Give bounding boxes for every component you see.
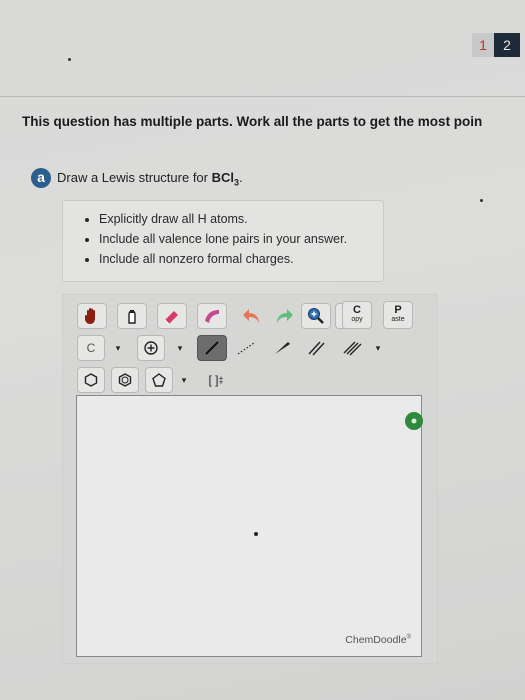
paste-label-top: P: [394, 304, 402, 316]
eraser-icon: [164, 311, 178, 324]
hint-box: Explicitly draw all H atoms. Include all…: [62, 200, 384, 282]
question-prompt: Draw a Lewis structure for BCl3.: [57, 170, 243, 188]
copy-button[interactable]: C opy: [342, 301, 372, 329]
hexagon-icon: [84, 373, 98, 387]
question-text: Draw a Lewis structure for: [57, 170, 212, 185]
bond-dropdown-arrow[interactable]: ▾: [371, 338, 385, 358]
screen-speck: [68, 58, 71, 61]
copy-label-bottom: opy: [351, 316, 363, 323]
page-1-tab[interactable]: 1: [472, 33, 494, 57]
lasso-tool-button[interactable]: [117, 303, 147, 329]
pentagon-ring-button[interactable]: [145, 367, 173, 393]
formula: BCl3: [211, 170, 240, 188]
double-bond-button[interactable]: [301, 335, 331, 361]
clear-icon: [205, 310, 219, 323]
part-badge: a: [31, 168, 51, 188]
instructions-text: This question has multiple parts. Work a…: [22, 114, 483, 129]
lasso-icon: [128, 310, 136, 324]
eraser-button[interactable]: [157, 303, 187, 329]
charge-button[interactable]: [137, 335, 165, 361]
single-bond-button[interactable]: [197, 335, 227, 361]
pentagon-icon: [152, 373, 166, 387]
paste-button[interactable]: P aste: [383, 301, 413, 329]
charge-dropdown-arrow[interactable]: ▾: [173, 338, 187, 358]
charge-plus-icon: [144, 341, 158, 355]
clear-button[interactable]: [197, 303, 227, 329]
redo-button[interactable]: [269, 303, 299, 329]
copy-label-top: C: [353, 304, 361, 316]
chemdoodle-brand: ChemDoodle®: [345, 634, 411, 646]
hand-icon: [85, 308, 95, 324]
hint-item: Explicitly draw all H atoms.: [99, 209, 383, 229]
bracket-label: [ ]: [208, 373, 219, 387]
single-bond-icon: [205, 341, 219, 355]
triple-bond-button[interactable]: [337, 335, 367, 361]
hand-tool-button[interactable]: [77, 303, 107, 329]
hint-item: Include all nonzero formal charges.: [99, 249, 383, 269]
redo-icon: [277, 309, 293, 323]
wedge-bond-button[interactable]: [267, 335, 297, 361]
fit-icon: [411, 418, 417, 424]
page-2-tab[interactable]: 2: [494, 33, 520, 57]
drawing-canvas[interactable]: ChemDoodle®: [76, 395, 423, 657]
benzene-icon: [118, 373, 132, 387]
undo-icon: [243, 309, 259, 323]
dashed-bond-button[interactable]: [231, 335, 261, 361]
canvas-cursor-dot: [254, 532, 258, 536]
bracket-sup: ‡: [218, 375, 224, 385]
question-pagination: 1 2: [472, 33, 520, 57]
undo-button[interactable]: [237, 303, 267, 329]
zoom-in-icon: [308, 308, 324, 324]
ring-dropdown-arrow[interactable]: ▾: [177, 370, 191, 390]
paste-label-bottom: aste: [391, 316, 405, 323]
wedge-bond-icon: [275, 342, 290, 354]
hint-list: Explicitly draw all H atoms. Include all…: [63, 209, 383, 269]
screen-speck: [480, 199, 483, 202]
hint-item: Include all valence lone pairs in your a…: [99, 229, 383, 249]
chemdoodle-editor: C opy P aste C ▾ ▾ ▾ ▾ [ ] ‡ ChemDoodle®: [62, 294, 438, 664]
dashed-bond-icon: [237, 342, 255, 355]
zoom-in-button[interactable]: [301, 303, 331, 329]
bracket-button[interactable]: [ ] ‡: [199, 367, 233, 393]
triple-bond-icon: [343, 341, 362, 356]
atom-dropdown-arrow[interactable]: ▾: [111, 338, 125, 358]
fit-view-button[interactable]: [405, 412, 423, 430]
double-bond-icon: [308, 341, 325, 356]
divider: [0, 96, 525, 97]
hexagon-ring-button[interactable]: [77, 367, 105, 393]
benzene-ring-button[interactable]: [111, 367, 139, 393]
atom-label-button[interactable]: C: [77, 335, 105, 361]
